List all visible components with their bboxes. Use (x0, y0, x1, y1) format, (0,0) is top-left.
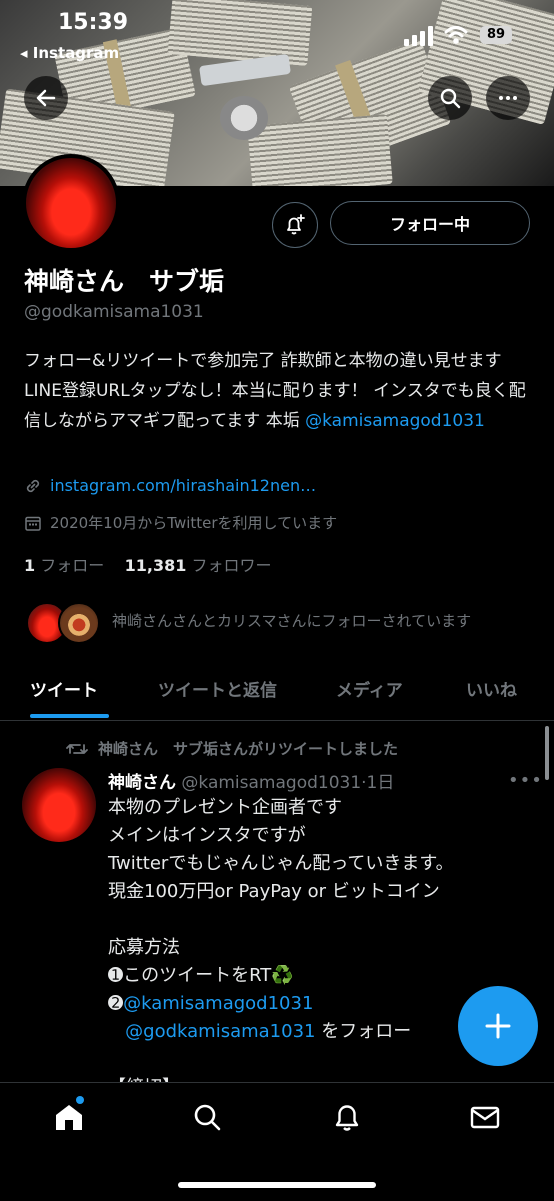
following-button[interactable]: フォロー中 (330, 201, 530, 245)
back-button[interactable] (24, 76, 68, 120)
calendar-icon (25, 516, 41, 531)
bell-icon[interactable] (330, 1100, 364, 1134)
profile-bio: フォロー&リツイートで参加完了 詐欺師と本物の違い見せます LINE登録URLタ… (24, 346, 534, 436)
notification-subscribe-button[interactable] (272, 202, 318, 248)
followers-count: 11,381 (124, 556, 187, 575)
battery-indicator: 89 (480, 26, 512, 44)
tweet-header: 神崎さん @kamisamagod1031·1日 (108, 768, 394, 793)
cellular-signal-icon (404, 26, 433, 46)
tweet-author-handle[interactable]: @kamisamagod1031·1日 (181, 773, 394, 793)
profile-website: instagram.com/hirashain12nen… (24, 476, 316, 495)
scrollbar[interactable] (545, 726, 549, 780)
search-icon[interactable] (190, 1100, 224, 1134)
followed-by-avatar[interactable] (58, 602, 100, 644)
wifi-icon (444, 26, 468, 44)
arrow-left-icon (36, 89, 56, 107)
active-tab-indicator (30, 714, 109, 718)
more-options-button[interactable] (486, 76, 530, 120)
followers-label: フォロワー (191, 556, 272, 575)
retweet-label: 神崎さん サブ垢さんがリツイートしました (98, 740, 399, 758)
mail-icon[interactable] (468, 1100, 502, 1134)
bio-mention-link[interactable]: @kamisamagod1031 (305, 411, 485, 431)
tweet-mention-link[interactable]: @godkamisama1031 (125, 1021, 315, 1042)
more-horizontal-icon (499, 96, 517, 100)
website-link[interactable]: instagram.com/hirashain12nen… (50, 476, 316, 495)
followed-by-text[interactable]: 神崎さんさんとカリスマさんにフォローされています (112, 610, 471, 631)
profile-handle: @godkamisama1031 (24, 302, 204, 322)
tweet-author-avatar[interactable] (22, 768, 96, 842)
profile-avatar[interactable] (22, 154, 120, 252)
tweet-more-button[interactable]: ••• (508, 770, 543, 791)
compose-tweet-button[interactable] (458, 986, 538, 1066)
profile-tabs: ツイート ツイートと返信 メディア いいね (0, 664, 554, 721)
following-label: フォロー (40, 556, 105, 575)
bell-plus-icon (287, 214, 305, 235)
step2b-suffix: をフォロー (315, 1021, 412, 1042)
retweet-icon (66, 743, 88, 754)
profile-joined: 2020年10月からTwitterを利用しています (24, 512, 337, 533)
tab-likes[interactable]: いいね (466, 676, 517, 701)
tab-tweets[interactable]: ツイート (30, 676, 98, 701)
tab-tweets-and-replies[interactable]: ツイートと返信 (158, 676, 277, 701)
profile-display-name: 神崎さん サブ垢 (24, 267, 225, 296)
tweet-author-name[interactable]: 神崎さん (108, 773, 176, 793)
link-icon (26, 479, 40, 492)
following-link[interactable]: 1 フォロー (24, 556, 104, 575)
tweet-mention-link[interactable]: @kamisamagod1031 (123, 993, 313, 1014)
follow-counts: 1 フォロー 11,381 フォロワー (24, 552, 271, 576)
home-indicator (178, 1182, 376, 1188)
plus-icon (485, 1013, 511, 1039)
home-icon[interactable] (52, 1100, 86, 1134)
tab-media[interactable]: メディア (336, 676, 403, 701)
following-count: 1 (24, 556, 36, 575)
tweet-body: 本物のプレゼント企画者です メインはインスタですが Twitterでもじゃんじゃ… (108, 794, 528, 1102)
followers-link[interactable]: 11,381 フォロワー (125, 556, 272, 575)
joined-date: 2020年10月からTwitterを利用しています (50, 514, 338, 532)
retweet-context: 神崎さん サブ垢さんがリツイートしました (66, 738, 398, 759)
search-icon (440, 88, 461, 109)
status-time: 15:39 (58, 10, 129, 35)
search-button[interactable] (428, 76, 472, 120)
home-notification-dot (76, 1096, 84, 1104)
back-to-app-link[interactable]: ◂ Instagram (20, 44, 119, 62)
tweet-text: 本物のプレゼント企画者です メインはインスタですが Twitterでもじゃんじゃ… (108, 797, 454, 986)
step2-prefix: ➋ (108, 993, 124, 1014)
